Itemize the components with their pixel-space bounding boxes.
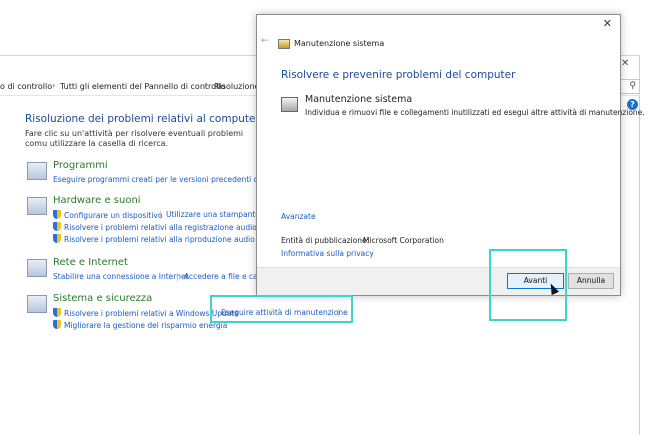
page-title: Risoluzione dei problemi relativi al com… [25,113,260,125]
shield-icon [53,234,61,243]
link-configure-device[interactable]: Configurare un dispositivo [53,210,162,220]
page-description: Fare clic su un'attività per risolvere e… [25,129,244,148]
task-description: Individua e rimuovi file e collegamenti … [305,108,645,117]
system-security-icon[interactable] [27,295,47,313]
network-icon[interactable] [27,259,47,277]
link-audio-playback[interactable]: Risolvere i problemi relativi alla ripro… [53,234,255,244]
link-audio-recording[interactable]: Risolvere i problemi relativi alla regis… [53,222,257,232]
shield-icon [53,210,61,219]
privacy-link[interactable]: Informativa sulla privacy [281,249,374,258]
advanced-link[interactable]: Avanzate [281,212,316,221]
breadcrumb-troubleshooting[interactable]: Risoluzione [214,82,259,91]
chevron-right-icon: › [52,81,56,90]
category-title-network[interactable]: Rete e Internet [53,257,128,268]
close-icon[interactable]: ✕ [603,17,612,30]
category-title-programs[interactable]: Programmi [53,160,108,171]
publisher-label: Entità di pubblicazione: [281,236,370,245]
hardware-icon[interactable] [27,197,47,215]
dialog-heading: Risolvere e prevenire problemi del compu… [281,69,516,81]
close-icon[interactable]: ✕ [621,58,629,69]
cancel-button[interactable]: Annulla [568,273,614,289]
link-shared-files[interactable]: Accedere a file e cart [184,272,264,281]
shield-icon [53,308,61,317]
highlight-maintenance-link [210,295,353,323]
dialog-header-title: Manutenzione sistema [294,39,385,48]
maintenance-task-icon [281,97,298,112]
back-arrow-icon[interactable]: ← [261,36,269,46]
link-internet-connection[interactable]: Stabilire una connessione a Internet [53,272,189,281]
publisher-value: Microsoft Corporation [363,236,444,245]
maintenance-icon [278,39,290,49]
divider: | [176,272,179,281]
link-use-printer[interactable]: Utilizzare una stampante [166,210,260,219]
shield-icon [53,320,61,329]
breadcrumb-control-panel[interactable]: o di controllo [0,82,52,91]
category-title-hardware[interactable]: Hardware e suoni [53,195,141,206]
breadcrumb-all-items[interactable]: Tutti gli elementi del Pannello di contr… [60,82,225,91]
category-title-system-security[interactable]: Sistema e sicurezza [53,293,152,304]
link-old-programs[interactable]: Eseguire programmi creati per le version… [53,175,286,184]
link-power-management[interactable]: Migliorare la gestione del risparmio ene… [53,320,227,330]
chevron-right-icon: › [204,81,208,90]
shield-icon [53,222,61,231]
highlight-next-button [489,249,567,321]
task-title: Manutenzione sistema [305,94,413,105]
search-icon[interactable]: ⚲ [629,81,636,91]
divider: | [159,210,162,219]
programs-icon[interactable] [27,162,47,180]
